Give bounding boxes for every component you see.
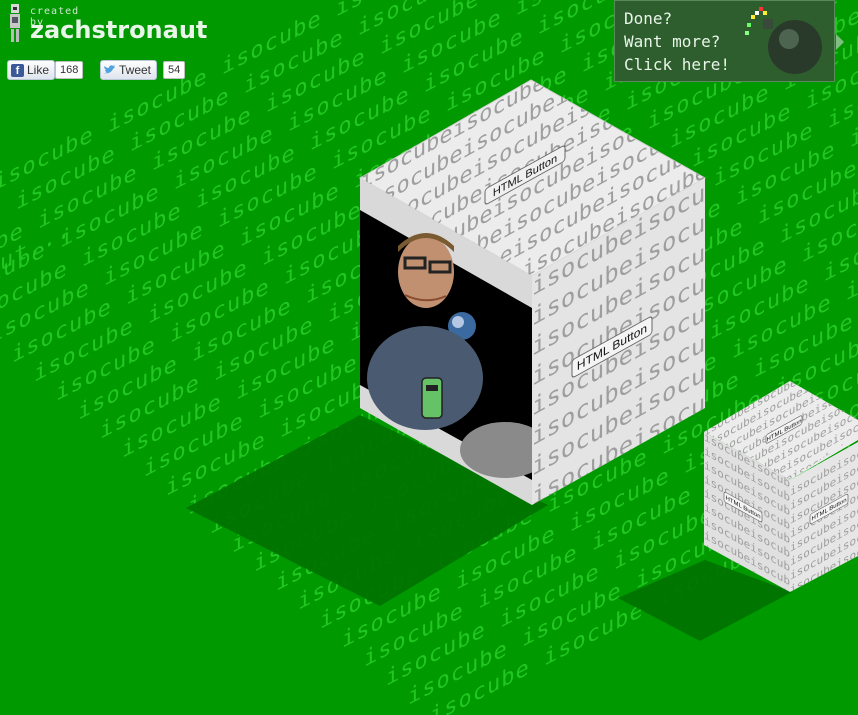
small-cube: isocubeisocubeisocubeisocubeisocubeisocu… [704,381,858,592]
